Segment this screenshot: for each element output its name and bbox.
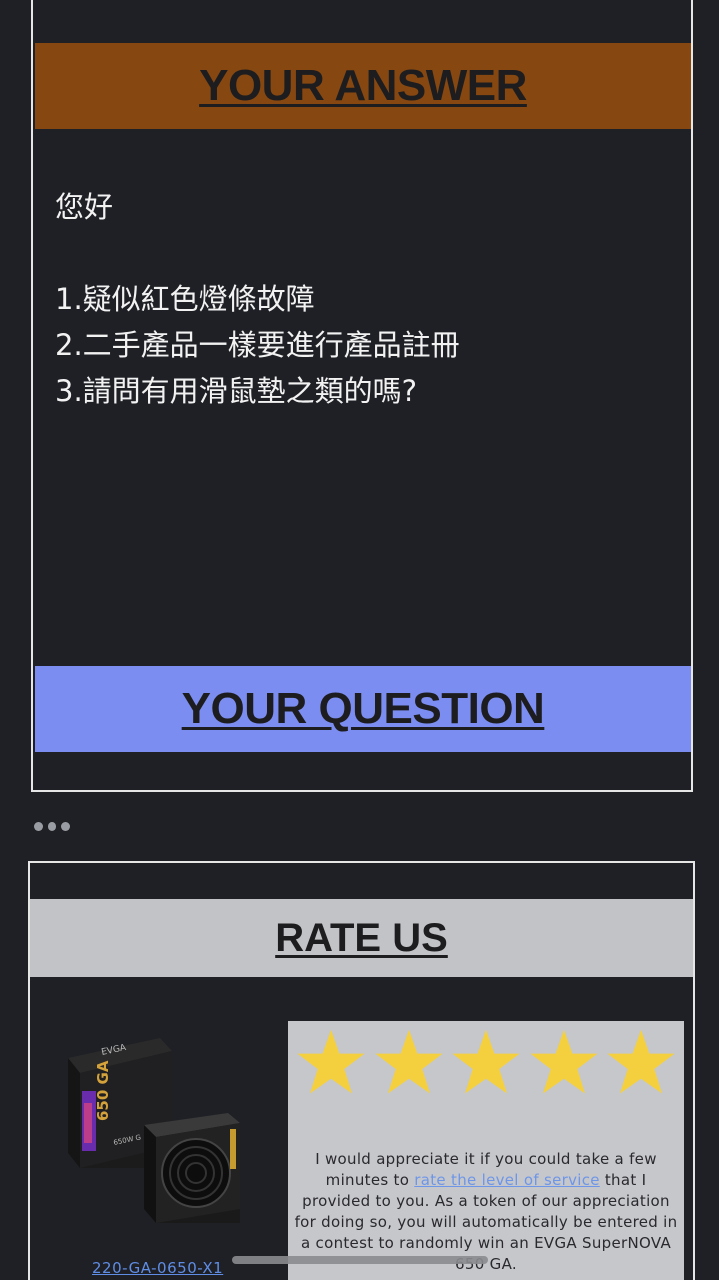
product-link[interactable]: 220-GA-0650-X1 bbox=[92, 1259, 223, 1277]
product-box-model: 650 GA bbox=[94, 1060, 112, 1121]
dot-icon bbox=[47, 821, 57, 831]
star-icon[interactable] bbox=[606, 1027, 676, 1097]
rate-panel: I would appreciate it if you could take … bbox=[288, 1021, 684, 1280]
star-icon[interactable] bbox=[296, 1027, 366, 1097]
question-title: YOUR QUESTION bbox=[181, 684, 545, 733]
dot-icon bbox=[34, 821, 43, 831]
rate-card: RATE US EVGA 650 GA 650W G 220-GA-0650-X… bbox=[28, 861, 695, 1280]
answer-card: YOUR ANSWER 您好 1.疑似紅色燈條故障 2.二手產品一樣要進行產品註… bbox=[31, 0, 693, 792]
question-banner: YOUR QUESTION bbox=[35, 666, 691, 752]
answer-line-1: 1.疑似紅色燈條故障 bbox=[55, 282, 315, 316]
answer-greeting: 您好 bbox=[55, 190, 114, 224]
answer-body: 您好 1.疑似紅色燈條故障 2.二手產品一樣要進行產品註冊 3.請問有用滑鼠墊之… bbox=[55, 184, 665, 414]
rate-title: RATE US bbox=[275, 915, 448, 960]
home-indicator[interactable] bbox=[232, 1256, 488, 1264]
star-icon[interactable] bbox=[529, 1027, 599, 1097]
answer-line-3: 3.請問有用滑鼠墊之類的嗎? bbox=[55, 374, 418, 408]
answer-banner: YOUR ANSWER bbox=[35, 43, 691, 129]
star-rating[interactable] bbox=[296, 1027, 676, 1097]
answer-title: YOUR ANSWER bbox=[199, 61, 527, 110]
dot-icon bbox=[61, 821, 71, 831]
show-trimmed-content-button[interactable] bbox=[34, 816, 71, 836]
answer-line-2: 2.二手產品一樣要進行產品註冊 bbox=[55, 328, 460, 362]
product-image[interactable]: EVGA 650 GA 650W G bbox=[60, 1033, 250, 1233]
rate-service-link[interactable]: rate the level of service bbox=[414, 1171, 600, 1189]
rate-banner: RATE US bbox=[30, 899, 693, 977]
star-icon[interactable] bbox=[451, 1027, 521, 1097]
star-icon[interactable] bbox=[374, 1027, 444, 1097]
email-page: YOUR ANSWER 您好 1.疑似紅色燈條故障 2.二手產品一樣要進行產品註… bbox=[0, 0, 719, 1280]
